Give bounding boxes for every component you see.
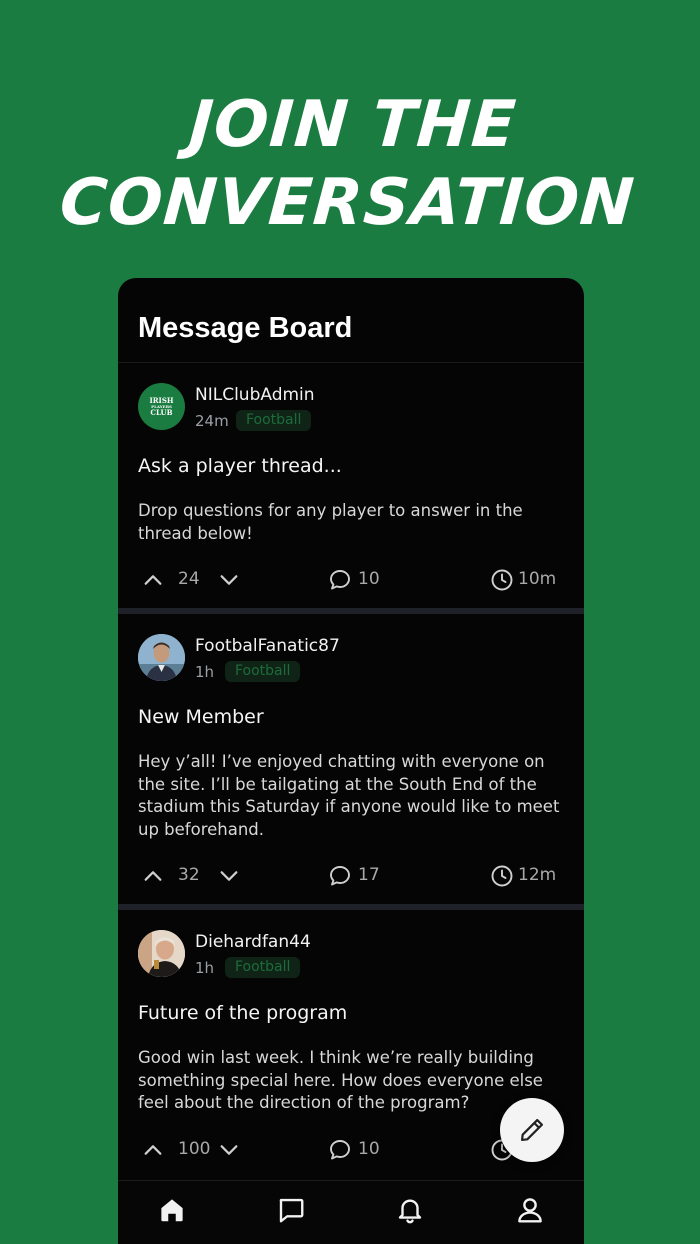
promo-line-1: JOIN THE — [186, 88, 519, 162]
vote-count: 24 — [178, 569, 200, 589]
category-tag[interactable]: Football — [236, 410, 312, 431]
post-title[interactable]: Ask a player thread... — [138, 455, 342, 477]
chevron-up-icon[interactable] — [142, 1139, 164, 1161]
author-name[interactable]: FootbalFanatic87 — [195, 636, 340, 656]
chevron-down-icon[interactable] — [218, 865, 240, 887]
post-age: 1h — [195, 959, 215, 977]
chevron-down-icon[interactable] — [218, 1139, 240, 1161]
author-name[interactable]: Diehardfan44 — [195, 932, 311, 952]
pencil-icon — [520, 1118, 544, 1142]
promo-line-2: CONVERSATION — [57, 166, 638, 240]
page-title: Message Board — [138, 312, 353, 344]
avatar-logo-line-3: CLUB — [150, 408, 173, 417]
vote-count: 32 — [178, 865, 200, 885]
vote-count: 100 — [178, 1139, 211, 1159]
user-icon[interactable] — [515, 1195, 545, 1225]
compose-button[interactable] — [500, 1098, 564, 1162]
post-actions: 24 10 10m — [138, 567, 568, 593]
promo-headline: JOIN THE CONVERSATION — [0, 86, 700, 242]
speech-bubble-icon[interactable] — [328, 864, 352, 888]
category-tag[interactable]: Football — [225, 957, 301, 978]
clock-icon — [491, 865, 513, 887]
avatar[interactable] — [138, 634, 185, 681]
time-ago: 10m — [518, 569, 557, 589]
speech-bubble-icon[interactable] — [328, 568, 352, 592]
home-icon[interactable] — [157, 1195, 187, 1225]
comment-count: 17 — [358, 865, 380, 885]
person-photo-icon — [138, 634, 185, 681]
post-author-row: IRISH PLAYERS CLUB NILClubAdmin 24m Foot… — [138, 383, 568, 431]
post-title[interactable]: New Member — [138, 706, 264, 728]
post-body: Drop questions for any player to answer … — [138, 501, 523, 543]
bell-icon[interactable] — [395, 1195, 425, 1225]
time-ago: 12m — [518, 865, 557, 885]
post-author-row: FootbalFanatic87 1h Football — [138, 634, 568, 682]
avatar[interactable] — [138, 930, 185, 977]
comment-count: 10 — [358, 1139, 380, 1159]
app-screen: Message Board IRISH PLAYERS CLUB NILClub… — [118, 278, 584, 1244]
board-header: Message Board — [118, 278, 584, 363]
post-title[interactable]: Future of the program — [138, 1002, 347, 1024]
post-body: Hey y’all! I’ve enjoyed chatting with ev… — [138, 752, 560, 839]
clock-icon — [491, 569, 513, 591]
post-age: 1h — [195, 663, 215, 681]
post-age: 24m — [195, 412, 229, 430]
category-tag[interactable]: Football — [225, 661, 301, 682]
post-body: Good win last week. I think we’re really… — [138, 1048, 543, 1112]
author-name[interactable]: NILClubAdmin — [195, 385, 315, 405]
person-photo-icon — [138, 930, 185, 977]
post-card[interactable]: IRISH PLAYERS CLUB NILClubAdmin 24m Foot… — [118, 363, 584, 608]
post-author-row: Diehardfan44 1h Football — [138, 930, 568, 978]
bottom-tab-bar — [118, 1180, 584, 1244]
post-card[interactable]: FootbalFanatic87 1h Football New Member … — [118, 614, 584, 904]
chevron-up-icon[interactable] — [142, 569, 164, 591]
post-actions: 32 17 12m — [138, 863, 568, 889]
chevron-up-icon[interactable] — [142, 865, 164, 887]
chevron-down-icon[interactable] — [218, 569, 240, 591]
comment-count: 10 — [358, 569, 380, 589]
avatar[interactable]: IRISH PLAYERS CLUB — [138, 383, 185, 430]
chat-icon[interactable] — [276, 1195, 306, 1225]
avatar-logo-line-1: IRISH — [149, 396, 174, 405]
speech-bubble-icon[interactable] — [328, 1138, 352, 1162]
